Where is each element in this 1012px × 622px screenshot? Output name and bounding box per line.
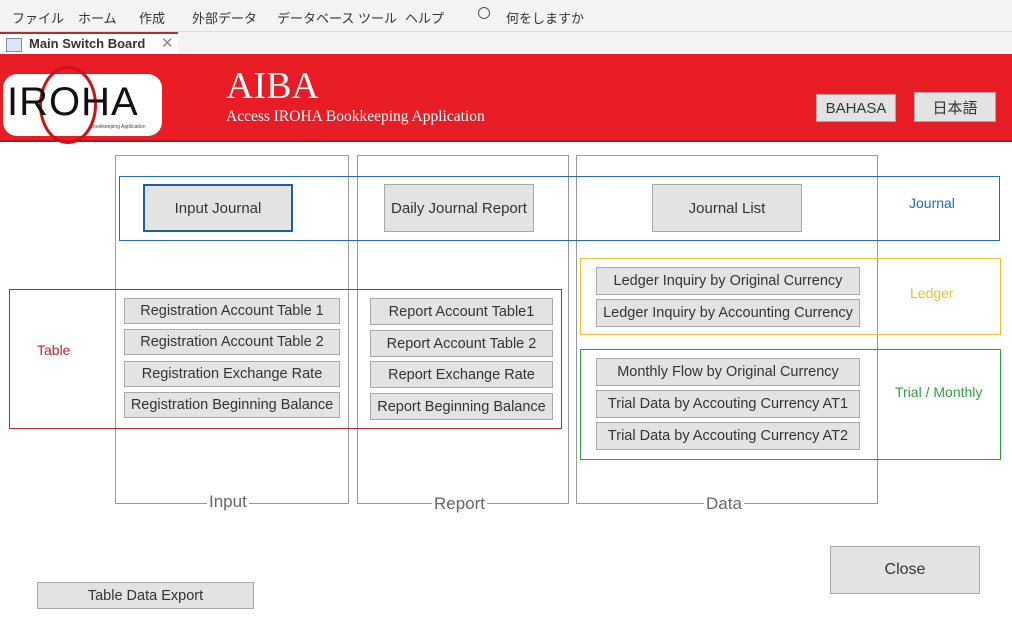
ledger-original-currency-button[interactable]: Ledger Inquiry by Original Currency — [596, 267, 860, 295]
menu-create[interactable]: 作成 — [139, 8, 165, 27]
search-icon — [478, 7, 490, 19]
bahasa-button[interactable]: BAHASA — [816, 94, 896, 122]
registration-account-table-2-button[interactable]: Registration Account Table 2 — [124, 329, 340, 355]
search-input[interactable]: 何をしますか — [506, 8, 584, 27]
ledger-label: Ledger — [910, 285, 954, 301]
registration-account-table-1-button[interactable]: Registration Account Table 1 — [124, 298, 340, 324]
app-subtitle: Access IROHA Bookkeeping Application — [226, 108, 485, 125]
tab-title: Main Switch Board — [29, 36, 146, 51]
input-column-label: Input — [207, 492, 249, 512]
japanese-button[interactable]: 日本語 — [914, 92, 996, 122]
journal-label: Journal — [909, 195, 955, 211]
close-tab-icon[interactable]: ✕ — [161, 34, 174, 52]
ledger-accounting-currency-button[interactable]: Ledger Inquiry by Accounting Currency — [596, 299, 860, 327]
menu-external-data[interactable]: 外部データ — [192, 8, 257, 27]
close-button[interactable]: Close — [830, 546, 980, 594]
journal-list-button[interactable]: Journal List — [652, 184, 802, 232]
table-data-export-button[interactable]: Table Data Export — [37, 582, 254, 609]
registration-exchange-rate-button[interactable]: Registration Exchange Rate — [124, 361, 340, 387]
trial-data-at1-button[interactable]: Trial Data by Accouting Currency AT1 — [596, 390, 860, 418]
report-column-label: Report — [432, 494, 488, 514]
report-account-table-1-button[interactable]: Report Account Table1 — [370, 298, 553, 325]
logo: IROHA Bookkeeping Application — [3, 66, 162, 144]
report-beginning-balance-button[interactable]: Report Beginning Balance — [370, 393, 553, 420]
registration-beginning-balance-button[interactable]: Registration Beginning Balance — [124, 392, 340, 418]
logo-text: IROHA — [7, 80, 139, 124]
menu-home[interactable]: ホーム — [78, 8, 117, 27]
daily-journal-report-button[interactable]: Daily Journal Report — [384, 184, 534, 232]
report-account-table-2-button[interactable]: Report Account Table 2 — [370, 330, 553, 357]
menu-bar: ファイル ホーム 作成 外部データ データベース ツール ヘルプ 何をしますか — [0, 0, 1012, 32]
data-column-label: Data — [704, 494, 744, 514]
logo-subtext: Bookkeeping Application — [91, 124, 146, 130]
input-journal-button[interactable]: Input Journal — [143, 184, 293, 232]
menu-file[interactable]: ファイル — [12, 8, 64, 27]
trial-monthly-label: Trial / Monthly — [895, 384, 983, 400]
header-banner: IROHA Bookkeeping Application AIBA Acces… — [0, 54, 1012, 144]
tab-main-switch-board[interactable]: Main Switch Board ✕ — [0, 32, 178, 54]
trial-data-at2-button[interactable]: Trial Data by Accouting Currency AT2 — [596, 422, 860, 450]
app-title: AIBA — [226, 65, 319, 107]
table-label: Table — [37, 342, 71, 358]
report-exchange-rate-button[interactable]: Report Exchange Rate — [370, 361, 553, 388]
monthly-flow-button[interactable]: Monthly Flow by Original Currency — [596, 358, 860, 386]
menu-database-tools[interactable]: データベース ツール — [277, 8, 397, 27]
form-icon — [6, 38, 22, 52]
menu-help[interactable]: ヘルプ — [405, 8, 444, 27]
